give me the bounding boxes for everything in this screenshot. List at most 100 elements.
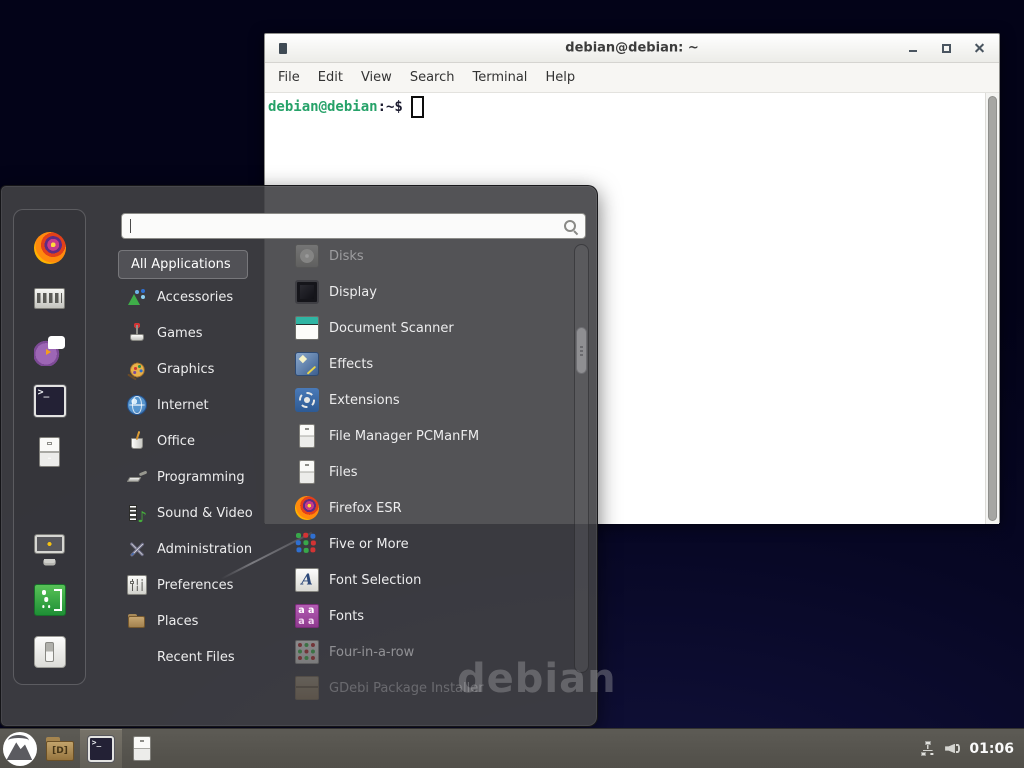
accessories-icon — [127, 287, 147, 307]
favorite-terminal[interactable] — [34, 385, 66, 417]
terminal-menu-terminal[interactable]: Terminal — [463, 70, 536, 85]
category-internet[interactable]: Internet — [113, 387, 263, 423]
app-gdebi-package-installer[interactable]: GDebi Package Installer — [281, 670, 573, 701]
maximize-icon[interactable] — [941, 43, 952, 54]
category-label: Programming — [157, 470, 245, 485]
favorite-keyboard[interactable] — [34, 283, 66, 315]
preferences-icon — [127, 575, 147, 595]
extensions-icon — [295, 388, 319, 412]
app-list: Disks Display Document Scanner Effects Exten… — [281, 238, 573, 701]
session-lock-screen[interactable] — [34, 532, 66, 564]
favorite-file-manager[interactable] — [34, 436, 66, 468]
app-file-manager-pcmanfm[interactable]: File Manager PCManFM — [281, 418, 573, 454]
app-display[interactable]: Display — [281, 274, 573, 310]
terminal-prompt-line: debian@debian:~$ — [265, 93, 999, 118]
category-administration[interactable]: Administration — [113, 531, 263, 567]
taskbar-launchers — [0, 729, 162, 768]
app-extensions[interactable]: Extensions — [281, 382, 573, 418]
app-label: Firefox ESR — [329, 501, 402, 516]
category-label: Office — [157, 434, 195, 449]
file-cabinet-icon — [295, 460, 319, 484]
sound-video-icon — [127, 503, 147, 523]
prompt-user-host: debian@debian — [268, 99, 378, 115]
text-caret — [130, 219, 131, 233]
app-five-or-more[interactable]: Five or More — [281, 526, 573, 562]
disks-icon — [295, 244, 319, 268]
administration-icon — [127, 539, 147, 559]
category-label: Recent Files — [157, 650, 235, 665]
close-icon[interactable] — [974, 43, 985, 54]
category-office[interactable]: Office — [113, 423, 263, 459]
category-programming[interactable]: Programming — [113, 459, 263, 495]
app-fonts[interactable]: Fonts — [281, 598, 573, 634]
app-label: Files — [329, 465, 358, 480]
terminal-menu-edit[interactable]: Edit — [309, 70, 352, 85]
category-list: All Applications AccessoriesGamesGraphics… — [113, 250, 263, 675]
taskbar-file-cabinet[interactable] — [122, 729, 162, 768]
file-cabinet-icon — [295, 424, 319, 448]
office-icon — [127, 431, 147, 451]
terminal-scrollbar-thumb[interactable] — [988, 96, 997, 521]
app-label: Effects — [329, 357, 373, 372]
app-four-in-a-row[interactable]: Four-in-a-row — [281, 634, 573, 670]
category-label: Places — [157, 614, 198, 629]
terminal-menu-view[interactable]: View — [352, 70, 401, 85]
terminal-icon — [88, 736, 114, 762]
app-label: Document Scanner — [329, 321, 454, 336]
terminal-icon — [34, 385, 66, 417]
app-font-selection[interactable]: Font Selection — [281, 562, 573, 598]
terminal-scrollbar[interactable] — [985, 93, 999, 524]
terminal-menu-search[interactable]: Search — [401, 70, 464, 85]
category-all-applications[interactable]: All Applications — [118, 250, 248, 279]
favorite-firefox[interactable] — [34, 232, 66, 264]
app-effects[interactable]: Effects — [281, 346, 573, 382]
effects-icon — [295, 352, 319, 376]
terminal-titlebar[interactable]: debian@debian: ~ — [265, 34, 999, 63]
category-graphics[interactable]: Graphics — [113, 351, 263, 387]
minimize-icon[interactable] — [908, 43, 919, 54]
font-selection-icon — [295, 568, 319, 592]
four-in-a-row-icon — [295, 640, 319, 664]
search-box[interactable] — [121, 213, 586, 239]
pidgin-icon — [34, 334, 66, 366]
clock: 01:06 — [961, 741, 1024, 757]
category-preferences[interactable]: Preferences — [113, 567, 263, 603]
app-label: File Manager PCManFM — [329, 429, 479, 444]
search-input[interactable] — [122, 214, 585, 238]
terminal-menubar: FileEditViewSearchTerminalHelp — [265, 63, 999, 93]
games-icon — [127, 323, 147, 343]
session-shut-down[interactable] — [34, 636, 66, 668]
category-label: Preferences — [157, 578, 233, 593]
terminal-title: debian@debian: ~ — [565, 41, 698, 56]
tray-network[interactable] — [920, 741, 935, 756]
app-label: Extensions — [329, 393, 400, 408]
favorite-pidgin[interactable] — [34, 334, 66, 366]
places-icon — [127, 611, 147, 631]
app-files[interactable]: Files — [281, 454, 573, 490]
taskbar-file-manager[interactable] — [40, 729, 80, 768]
app-disks[interactable]: Disks — [281, 238, 573, 274]
app-label: Font Selection — [329, 573, 421, 588]
category-places[interactable]: Places — [113, 603, 263, 639]
category-recent-files[interactable]: Recent Files — [113, 639, 263, 675]
scrollbar-thumb[interactable] — [576, 327, 587, 374]
app-list-scrollbar[interactable] — [574, 244, 589, 673]
terminal-menu-file[interactable]: File — [269, 70, 309, 85]
session-log-out[interactable] — [34, 584, 66, 616]
terminal-menu-help[interactable]: Help — [536, 70, 584, 85]
app-menu-button-icon — [3, 732, 37, 766]
category-sound-video[interactable]: Sound & Video — [113, 495, 263, 531]
tray-volume[interactable] — [944, 740, 961, 757]
app-document-scanner[interactable]: Document Scanner — [281, 310, 573, 346]
taskbar-app-menu-button[interactable] — [0, 729, 40, 768]
app-label: Disks — [329, 249, 364, 264]
app-label: Display — [329, 285, 377, 300]
category-games[interactable]: Games — [113, 315, 263, 351]
app-label: Five or More — [329, 537, 409, 552]
category-accessories[interactable]: Accessories — [113, 279, 263, 315]
taskbar-terminal[interactable] — [80, 729, 122, 768]
terminal-cursor — [411, 96, 424, 118]
app-firefox-esr[interactable]: Firefox ESR — [281, 490, 573, 526]
category-label: Sound & Video — [157, 506, 253, 521]
category-label: All Applications — [131, 257, 231, 272]
